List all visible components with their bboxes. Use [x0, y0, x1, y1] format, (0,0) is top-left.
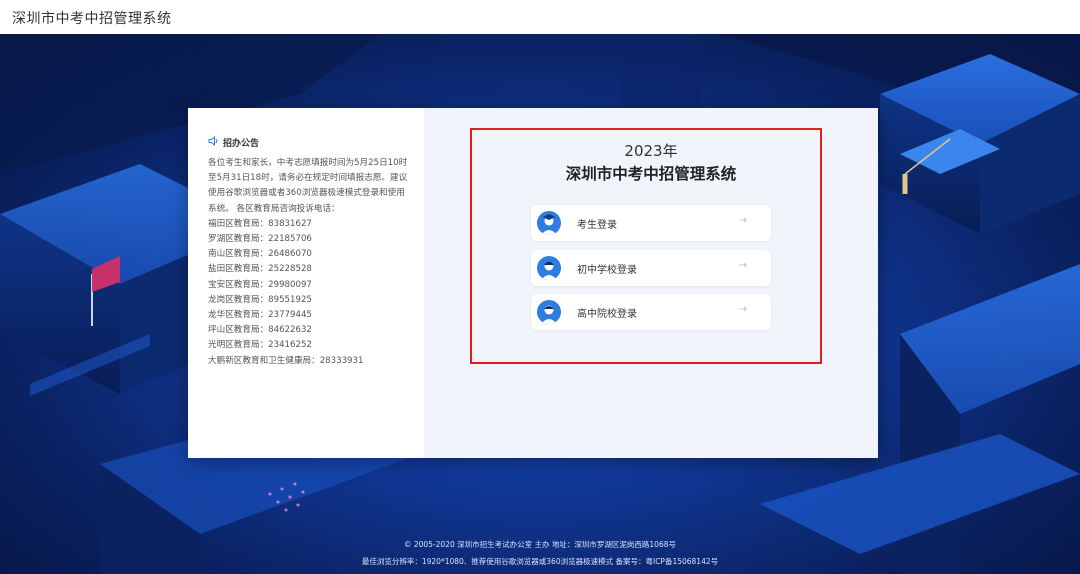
- staff-avatar-icon: [537, 300, 561, 324]
- contact-guangming: 光明区教育局：23416252: [208, 340, 312, 351]
- high-school-login-button[interactable]: 高中院校登录 →: [531, 294, 771, 330]
- middle-school-login-button[interactable]: 初中学校登录 →: [531, 250, 771, 286]
- arrow-right-icon: →: [738, 304, 747, 315]
- arrow-right-icon: →: [738, 215, 747, 226]
- footer-copyright: © 2005-2020 深圳市招生考试办公室 主办 地址：深圳市罗湖区泥岗西路1…: [403, 540, 676, 549]
- high-school-login-label: 高中院校登录: [577, 309, 637, 320]
- contact-dapeng: 大鹏新区教育和卫生健康局：28333931: [208, 355, 364, 366]
- notice-body: 各位考生和家长，中考志愿填报时间为5月25日10时至5月31日18时，请务必在规…: [208, 156, 408, 369]
- system-title: 深圳市中考中招管理系统: [565, 165, 737, 183]
- contact-pingshan: 坪山区教育局：84622632: [208, 325, 312, 336]
- contact-longgang: 龙岗区教育局：89551925: [208, 294, 312, 305]
- contact-luohu: 罗湖区教育局：22185706: [208, 234, 312, 245]
- middle-school-login-label: 初中学校登录: [577, 265, 637, 276]
- login-card: 招办公告 各位考生和家长，中考志愿填报时间为5月25日10时至5月31日18时，…: [188, 108, 878, 458]
- teacher-avatar-icon: [537, 256, 561, 280]
- contact-longhua: 龙华区教育局：23779445: [208, 310, 312, 321]
- footer-browser-note: 最佳浏览分辨率：1920*1080、推荐使用谷歌浏览器或360浏览器极速模式 备…: [361, 557, 719, 566]
- notice-panel: 招办公告 各位考生和家长，中考志愿填报时间为5月25日10时至5月31日18时，…: [188, 108, 424, 458]
- contact-futian: 福田区教育局：83831627: [208, 218, 312, 229]
- student-login-button[interactable]: 考生登录 →: [531, 205, 771, 241]
- speaker-icon: [208, 135, 219, 149]
- year-label: 2023年: [624, 142, 678, 160]
- top-bar: 深圳市中考中招管理系统: [0, 0, 1080, 34]
- site-title: 深圳市中考中招管理系统: [12, 11, 172, 27]
- notice-title: 招办公告: [223, 139, 260, 149]
- student-avatar-icon: [537, 211, 561, 235]
- notice-intro: 各位考生和家长，中考志愿填报时间为5月25日10时至5月31日18时，请务必在规…: [208, 158, 408, 214]
- contact-baoan: 宝安区教育局：29980097: [208, 279, 312, 290]
- contact-nanshan: 南山区教育局：26486070: [208, 249, 312, 260]
- arrow-right-icon: →: [738, 260, 747, 271]
- student-login-label: 考生登录: [577, 220, 617, 231]
- notice-header: 招办公告: [208, 135, 260, 149]
- contact-yantian: 盐田区教育局：25228528: [208, 264, 312, 275]
